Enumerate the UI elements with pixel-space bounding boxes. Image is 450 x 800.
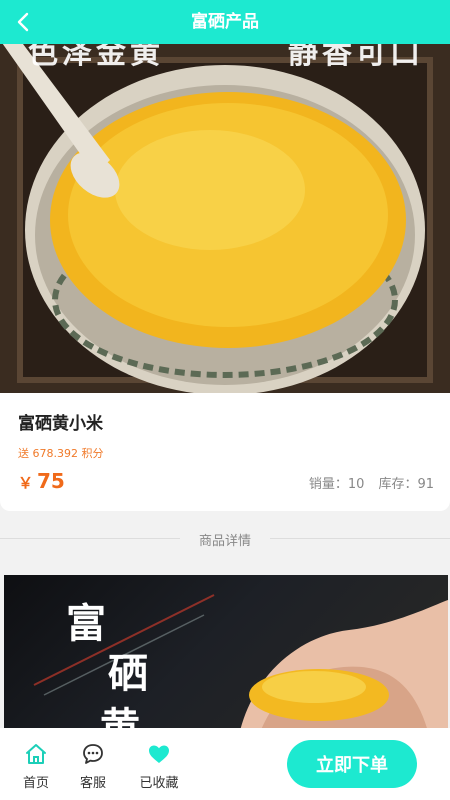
tab-customer-service[interactable]: 客服 bbox=[68, 742, 118, 791]
tab-home[interactable]: 首页 bbox=[11, 742, 61, 791]
detail-section-divider: 商品详情 bbox=[0, 522, 450, 556]
product-info-card: 富硒黄小米 送 678.392 积分 ￥ 75 销量：10 库存：91 bbox=[0, 393, 450, 511]
tab-favorited-label: 已收藏 bbox=[139, 776, 179, 791]
points-reward-text: 送 678.392 积分 bbox=[18, 447, 104, 460]
price-value: 75 bbox=[37, 469, 65, 493]
buy-now-button[interactable]: 立即下单 bbox=[287, 740, 417, 788]
detail-char-1: 富 bbox=[66, 600, 106, 647]
chat-icon bbox=[83, 744, 103, 764]
product-stats: 销量：10 库存：91 bbox=[309, 473, 434, 492]
tab-favorited[interactable]: 已收藏 bbox=[133, 742, 185, 791]
product-price: ￥ 75 bbox=[18, 469, 65, 493]
top-nav-bar: 富硒产品 bbox=[0, 0, 450, 44]
product-name: 富硒黄小米 bbox=[18, 414, 103, 434]
detail-char-2: 硒 bbox=[108, 650, 148, 697]
product-detail-image: 富 硒 黄 bbox=[4, 575, 448, 735]
product-hero-image: 色泽金黄 静香可口 bbox=[0, 0, 450, 393]
bottom-action-bar: 首页 客服 已收藏 立即下单 bbox=[0, 728, 450, 800]
stock-count: 库存：91 bbox=[378, 477, 434, 492]
tab-customer-service-label: 客服 bbox=[79, 776, 106, 791]
price-currency-symbol: ￥ bbox=[18, 474, 34, 492]
tab-home-label: 首页 bbox=[22, 776, 49, 791]
sales-count: 销量：10 bbox=[308, 477, 365, 492]
detail-section-label: 商品详情 bbox=[198, 534, 251, 549]
heart-icon bbox=[149, 745, 169, 763]
home-icon bbox=[26, 744, 46, 764]
page-title: 富硒产品 bbox=[191, 12, 259, 32]
